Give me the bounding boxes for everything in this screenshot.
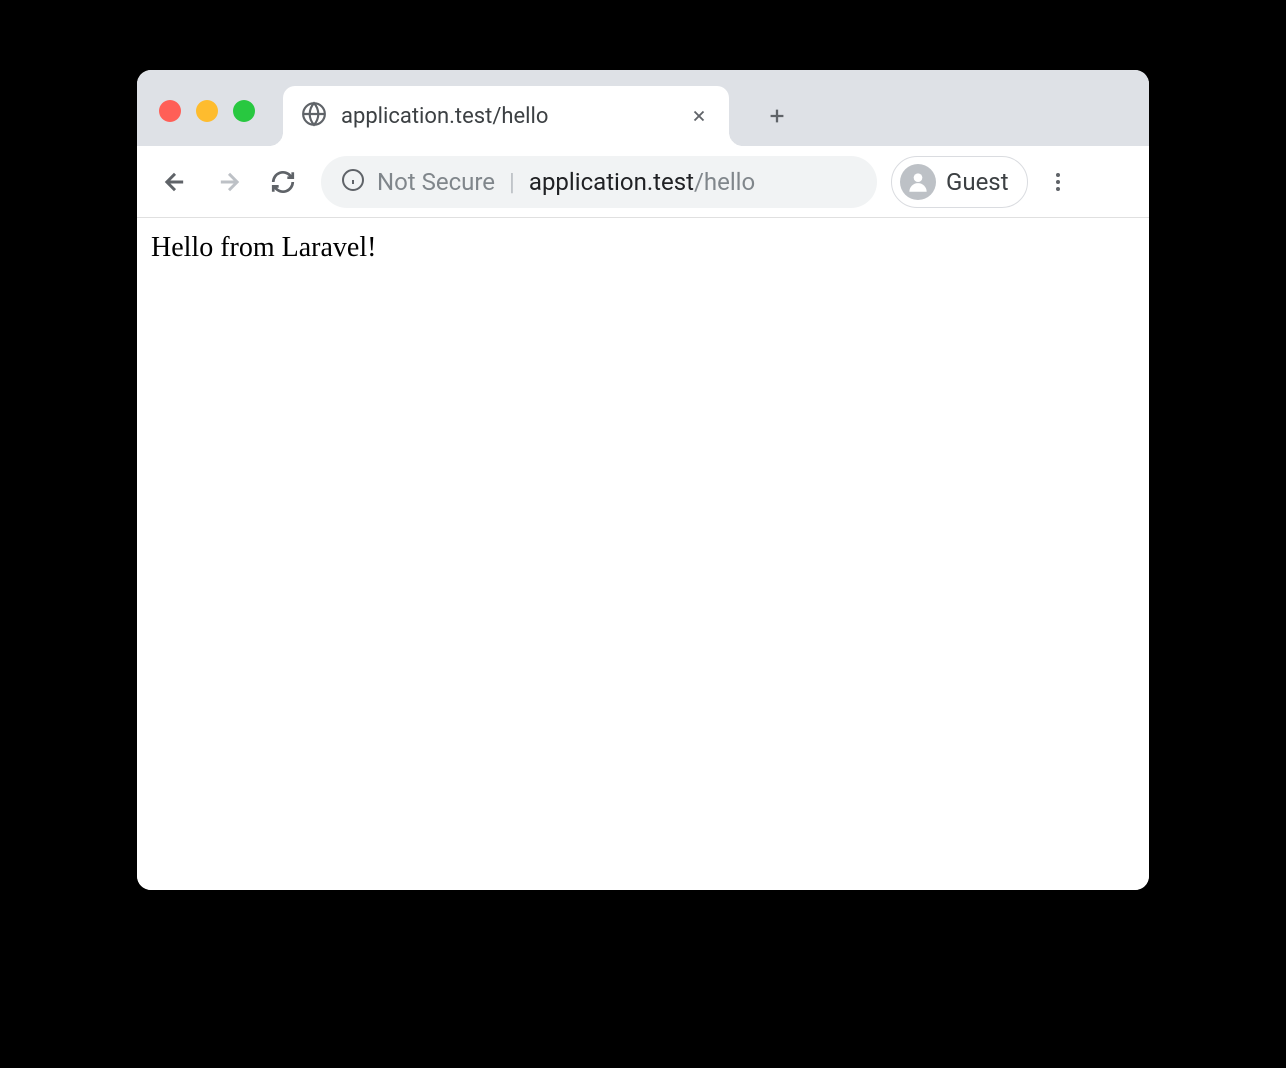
toolbar: Not Secure | application.test/hello Gues… — [137, 146, 1149, 218]
separator: | — [509, 168, 515, 196]
address-bar[interactable]: Not Secure | application.test/hello — [321, 156, 877, 208]
url-path: /hello — [694, 168, 755, 196]
menu-button[interactable] — [1034, 158, 1082, 206]
person-icon — [900, 164, 936, 200]
tab-bar: application.test/hello — [137, 70, 1149, 146]
url-host: application.test — [529, 168, 694, 196]
back-button[interactable] — [151, 158, 199, 206]
globe-icon — [301, 101, 327, 131]
security-status: Not Secure — [377, 168, 495, 196]
maximize-window-button[interactable] — [233, 100, 255, 122]
profile-label: Guest — [946, 168, 1009, 196]
new-tab-button[interactable] — [753, 92, 801, 140]
page-body-text: Hello from Laravel! — [151, 232, 1135, 264]
profile-button[interactable]: Guest — [891, 156, 1028, 208]
url-display: application.test/hello — [529, 168, 755, 196]
close-tab-button[interactable] — [687, 104, 711, 128]
forward-button[interactable] — [205, 158, 253, 206]
reload-button[interactable] — [259, 158, 307, 206]
info-icon — [341, 168, 365, 196]
close-window-button[interactable] — [159, 100, 181, 122]
browser-tab[interactable]: application.test/hello — [283, 86, 729, 146]
tab-title: application.test/hello — [341, 104, 673, 129]
minimize-window-button[interactable] — [196, 100, 218, 122]
page-content: Hello from Laravel! — [137, 218, 1149, 890]
browser-window: application.test/hello — [137, 70, 1149, 890]
window-controls — [159, 100, 255, 122]
